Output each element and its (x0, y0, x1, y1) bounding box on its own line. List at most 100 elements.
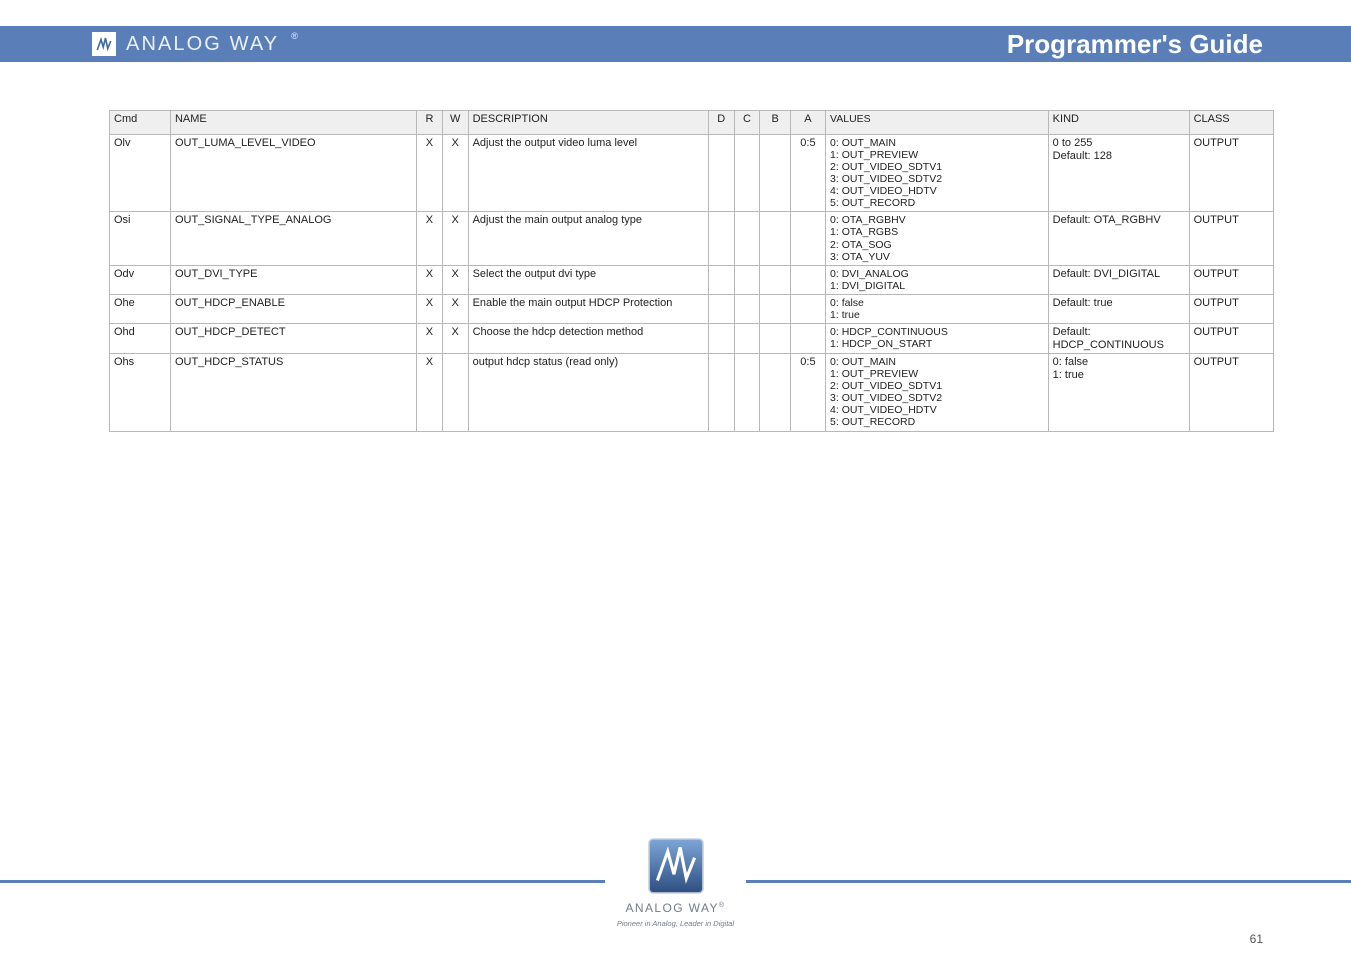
cell-d (708, 294, 734, 323)
cell-b (760, 323, 790, 353)
footer-brand-line: ANALOG WAY® (626, 899, 726, 917)
cell-class: OUTPUT (1189, 135, 1273, 212)
cell-cmd: Ohs (110, 354, 171, 431)
table-row: OhdOUT_HDCP_DETECTXXChoose the hdcp dete… (110, 323, 1274, 353)
th-vals: VALUES (826, 111, 1049, 135)
cell-vals: 0: OTA_RGBHV 1: OTA_RGBS 2: OTA_SOG 3: O… (826, 212, 1049, 265)
cell-c (734, 294, 760, 323)
cell-kind: Default: true (1048, 294, 1189, 323)
cell-vals: 0: DVI_ANALOG 1: DVI_DIGITAL (826, 265, 1049, 294)
cell-b (760, 265, 790, 294)
cell-name: OUT_HDCP_DETECT (170, 323, 416, 353)
cell-c (734, 265, 760, 294)
footer-tagline: Pioneer in Analog, Leader in Digital (617, 919, 734, 928)
cell-c (734, 354, 760, 431)
cell-class: OUTPUT (1189, 354, 1273, 431)
th-d: D (708, 111, 734, 135)
brand-reg: ® (291, 31, 298, 41)
cell-b (760, 135, 790, 212)
footer-brand: ANALOG WAY (626, 901, 719, 915)
cell-class: OUTPUT (1189, 323, 1273, 353)
cell-r: X (417, 294, 443, 323)
table-row: OsiOUT_SIGNAL_TYPE_ANALOGXXAdjust the ma… (110, 212, 1274, 265)
cell-a (790, 265, 825, 294)
cell-c (734, 323, 760, 353)
page-number: 61 (1250, 932, 1263, 946)
cell-d (708, 212, 734, 265)
cell-c (734, 135, 760, 212)
cell-kind: Default: HDCP_CONTINUOUS (1048, 323, 1189, 353)
cell-r: X (417, 265, 443, 294)
th-class: CLASS (1189, 111, 1273, 135)
cell-d (708, 135, 734, 212)
header-bar: ANALOG WAY ® Programmer's Guide (0, 26, 1351, 62)
cell-a (790, 294, 825, 323)
cell-cmd: Osi (110, 212, 171, 265)
th-kind: KIND (1048, 111, 1189, 135)
footer-center: ANALOG WAY® Pioneer in Analog, Leader in… (617, 835, 734, 928)
th-c: C (734, 111, 760, 135)
cell-b (760, 294, 790, 323)
footer-rule-right (746, 880, 1351, 883)
cell-cmd: Olv (110, 135, 171, 212)
cell-a (790, 323, 825, 353)
cell-d (708, 265, 734, 294)
cell-c (734, 212, 760, 265)
cell-kind: Default: DVI_DIGITAL (1048, 265, 1189, 294)
cell-name: OUT_DVI_TYPE (170, 265, 416, 294)
cell-kind: 0 to 255 Default: 128 (1048, 135, 1189, 212)
th-desc: DESCRIPTION (468, 111, 708, 135)
cell-r: X (417, 135, 443, 212)
th-cmd: Cmd (110, 111, 171, 135)
cell-desc: Choose the hdcp detection method (468, 323, 708, 353)
brand-name: ANALOG WAY (126, 33, 279, 56)
table-row: OhsOUT_HDCP_STATUSXoutput hdcp status (r… (110, 354, 1274, 431)
cell-w: X (442, 323, 468, 353)
cell-kind: 0: false 1: true (1048, 354, 1189, 431)
cell-class: OUTPUT (1189, 212, 1273, 265)
th-w: W (442, 111, 468, 135)
footer-rule-left (0, 880, 605, 883)
table-row: OdvOUT_DVI_TYPEXXSelect the output dvi t… (110, 265, 1274, 294)
cell-w: X (442, 212, 468, 265)
cell-d (708, 354, 734, 431)
cell-cmd: Ohe (110, 294, 171, 323)
cell-w: X (442, 294, 468, 323)
footer: ANALOG WAY® Pioneer in Analog, Leader in… (0, 835, 1351, 928)
cell-cmd: Odv (110, 265, 171, 294)
cell-name: OUT_HDCP_ENABLE (170, 294, 416, 323)
cell-vals: 0: OUT_MAIN 1: OUT_PREVIEW 2: OUT_VIDEO_… (826, 354, 1049, 431)
cell-a: 0:5 (790, 135, 825, 212)
cell-kind: Default: OTA_RGBHV (1048, 212, 1189, 265)
table-header-row: Cmd NAME R W DESCRIPTION D C B A VALUES … (110, 111, 1274, 135)
logo-icon (92, 32, 116, 56)
footer-reg: ® (719, 902, 726, 909)
cell-class: OUTPUT (1189, 265, 1273, 294)
commands-table: Cmd NAME R W DESCRIPTION D C B A VALUES … (109, 110, 1274, 432)
footer-logo-icon (645, 835, 707, 897)
cell-desc: Adjust the output video luma level (468, 135, 708, 212)
cell-vals: 0: HDCP_CONTINUOUS 1: HDCP_ON_START (826, 323, 1049, 353)
cell-w: X (442, 265, 468, 294)
cell-r: X (417, 323, 443, 353)
cell-d (708, 323, 734, 353)
cell-b (760, 354, 790, 431)
cell-r: X (417, 354, 443, 431)
commands-table-wrap: Cmd NAME R W DESCRIPTION D C B A VALUES … (109, 110, 1274, 432)
header-left: ANALOG WAY ® (92, 32, 298, 56)
cell-r: X (417, 212, 443, 265)
cell-a (790, 212, 825, 265)
th-b: B (760, 111, 790, 135)
cell-vals: 0: false 1: true (826, 294, 1049, 323)
cell-name: OUT_SIGNAL_TYPE_ANALOG (170, 212, 416, 265)
page-title: Programmer's Guide (1007, 29, 1263, 60)
cell-desc: output hdcp status (read only) (468, 354, 708, 431)
cell-name: OUT_HDCP_STATUS (170, 354, 416, 431)
cell-desc: Adjust the main output analog type (468, 212, 708, 265)
cell-vals: 0: OUT_MAIN 1: OUT_PREVIEW 2: OUT_VIDEO_… (826, 135, 1049, 212)
cell-w (442, 354, 468, 431)
cell-w: X (442, 135, 468, 212)
cell-class: OUTPUT (1189, 294, 1273, 323)
cell-desc: Enable the main output HDCP Protection (468, 294, 708, 323)
cell-cmd: Ohd (110, 323, 171, 353)
